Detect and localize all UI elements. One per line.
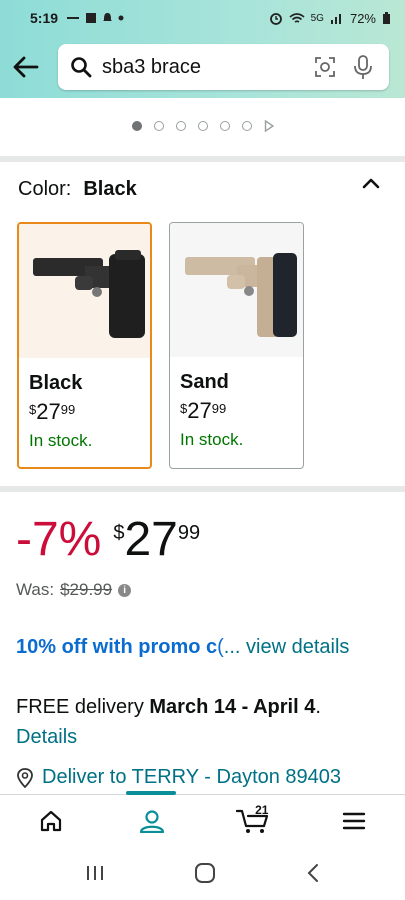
video-play-icon[interactable] (264, 120, 274, 132)
price-whole: 27 (124, 513, 178, 566)
delivery-info: FREE delivery March 14 - April 4. Detail… (16, 692, 396, 752)
section-divider (0, 486, 405, 492)
alarm-icon (269, 13, 282, 25)
sand-brace-picture (184, 253, 297, 337)
network-type: 5G (310, 12, 324, 24)
location-pin-icon (17, 767, 33, 788)
carousel-dot[interactable] (241, 121, 252, 131)
notification-icons (66, 12, 124, 24)
view-details-link[interactable]: ... view details (224, 636, 350, 658)
search-input[interactable] (102, 55, 301, 79)
delivery-suffix: . (315, 696, 321, 718)
calendar-icon (86, 13, 97, 23)
carousel-dot[interactable] (131, 121, 142, 131)
price-fraction: 99 (177, 522, 201, 544)
voice-search-button[interactable] (349, 53, 377, 81)
account-icon (139, 809, 164, 833)
section-divider (0, 156, 405, 162)
info-icon[interactable]: i (118, 583, 132, 597)
was-label: Was: (16, 580, 55, 599)
option-price: $ 27 99 (29, 399, 150, 425)
promo-row[interactable]: 10% off with promo c(... view details (16, 636, 349, 659)
status-time: 5:19 (30, 10, 59, 26)
color-option-black[interactable]: Black $ 27 99 In stock. (17, 222, 152, 469)
wifi-icon (289, 12, 305, 23)
carousel-dot[interactable] (153, 121, 164, 131)
deliver-to-link[interactable]: Deliver to TERRY - Dayton 89403 (16, 766, 341, 789)
nav-home[interactable] (0, 795, 101, 847)
back-button[interactable] (10, 51, 42, 83)
main-price: -7% $ 27 99 (16, 512, 200, 568)
promo-text: 10% off with promo c (16, 636, 218, 658)
price-whole: 27 (36, 399, 61, 424)
price-fraction: 99 (211, 401, 227, 416)
price-currency: $ (113, 522, 125, 544)
deliver-to-text: Deliver to TERRY - Dayton 89403 (42, 766, 342, 788)
cart-count-badge: 21 (255, 802, 269, 817)
nav-cart[interactable]: 21 (203, 795, 304, 847)
stock-status: In stock. (180, 430, 244, 449)
nav-menu[interactable] (304, 795, 405, 847)
nav-account[interactable] (101, 795, 202, 847)
search-box[interactable] (58, 44, 389, 90)
stock-status: In stock. (29, 431, 93, 450)
status-right: 5G 72% (269, 11, 391, 26)
price-whole: 27 (187, 398, 212, 423)
battery-icon (383, 11, 390, 24)
was-price-row: Was: $29.99 i (16, 580, 132, 600)
search-icon (71, 57, 92, 78)
home-icon (40, 810, 61, 831)
back-arrow-icon (13, 56, 39, 78)
camera-scan-button[interactable] (311, 53, 339, 81)
delivery-dates: March 14 - April 4 (149, 696, 316, 718)
was-price: $29.99 (60, 580, 113, 599)
color-selector-header: Color: Black (18, 178, 137, 201)
bell-icon (103, 13, 113, 21)
option-name: Black (29, 372, 83, 394)
price-currency: $ (180, 401, 188, 416)
option-price: $ 27 99 (180, 398, 303, 424)
discount-percent: -7% (16, 513, 102, 566)
home-button-icon[interactable] (194, 862, 216, 884)
sand-brace-image (170, 223, 303, 357)
black-brace-image (19, 224, 150, 358)
color-option-sand[interactable]: Sand $ 27 99 In stock. (169, 222, 304, 469)
delivery-prefix: FREE delivery (16, 696, 150, 718)
price-fraction: 99 (60, 402, 76, 417)
color-selected-value: Black (83, 178, 137, 200)
promo-truncation: ( (217, 636, 224, 658)
image-carousel-dots (0, 120, 405, 132)
chevron-up-icon[interactable] (359, 172, 383, 196)
carousel-dot[interactable] (175, 121, 186, 131)
search-header (0, 36, 405, 98)
battery-percent: 72% (349, 10, 376, 26)
carousel-dot[interactable] (197, 121, 208, 131)
mic-icon (354, 55, 372, 79)
black-brace-picture (32, 250, 145, 338)
status-bar: 5:19 5G 72% (0, 0, 405, 36)
price-currency: $ (29, 402, 37, 417)
recents-icon[interactable] (85, 864, 105, 882)
option-name: Sand (180, 371, 229, 393)
delivery-details-link[interactable]: Details (16, 722, 396, 752)
system-navigation-bar (0, 846, 405, 900)
dot-icon (118, 15, 124, 21)
color-label: Color: (18, 178, 72, 200)
camera-scan-icon (315, 57, 335, 77)
back-button-icon[interactable] (306, 863, 320, 883)
message-icon (67, 17, 80, 19)
bottom-navigation: 21 (0, 791, 405, 847)
signal-icon (330, 14, 341, 24)
carousel-dot[interactable] (219, 121, 230, 131)
menu-icon (343, 812, 366, 829)
